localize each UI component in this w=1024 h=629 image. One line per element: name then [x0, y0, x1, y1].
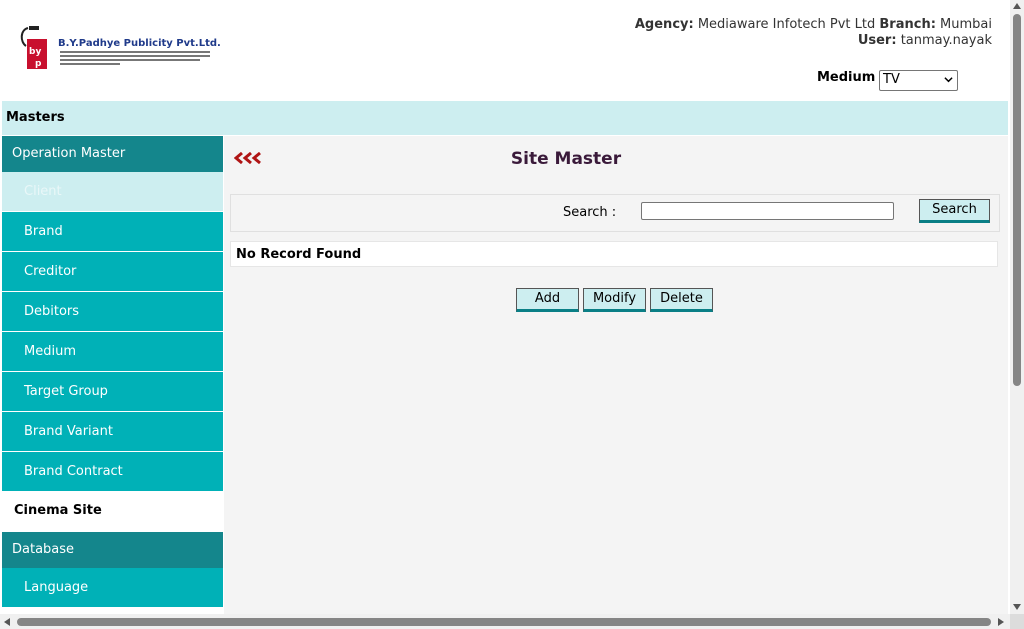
svg-text:by: by	[29, 47, 41, 57]
svg-text:p: p	[35, 59, 42, 69]
sidebar-item-language[interactable]: Language	[2, 568, 223, 607]
logo-title: B.Y.Padhye Publicity Pvt.Ltd.	[58, 38, 221, 49]
search-button[interactable]: Search	[919, 199, 990, 223]
user-value: tanmay.nayak	[900, 33, 992, 48]
medium-label: Medium	[817, 70, 876, 85]
scroll-right-icon[interactable]	[998, 618, 1004, 626]
sidebar-item-brand[interactable]: Brand	[2, 212, 223, 251]
masters-title: Masters	[6, 110, 65, 125]
sidebar-item-client[interactable]: Client	[2, 172, 223, 211]
sidebar-item-medium[interactable]: Medium	[2, 332, 223, 371]
no-record-message: No Record Found	[230, 241, 998, 267]
sidebar-item-operation-master[interactable]: Operation Master	[2, 136, 223, 172]
horizontal-scroll-thumb[interactable]	[17, 618, 991, 626]
sidebar-item-brand-contract[interactable]: Brand Contract	[2, 452, 223, 491]
logo-address	[60, 51, 210, 65]
add-button[interactable]: Add	[516, 288, 579, 312]
scroll-left-icon[interactable]	[4, 618, 10, 626]
horizontal-scrollbar[interactable]	[0, 614, 1010, 629]
agency-info: Agency: Mediaware Infotech Pvt Ltd Branc…	[635, 17, 992, 49]
delete-button[interactable]: Delete	[650, 288, 713, 312]
scroll-down-icon[interactable]	[1013, 604, 1021, 610]
search-input[interactable]	[641, 202, 894, 220]
sidebar-item-cinema-site[interactable]: Cinema Site	[2, 492, 223, 530]
sidebar-item-debitors[interactable]: Debitors	[2, 292, 223, 331]
chevron-down-icon	[944, 77, 953, 83]
search-label: Search :	[563, 205, 617, 220]
app-page: by p B.Y.Padhye Publicity Pvt.Ltd. Agenc…	[0, 0, 1010, 614]
company-logo: by p B.Y.Padhye Publicity Pvt.Ltd.	[18, 24, 221, 72]
sidebar-item-target-group[interactable]: Target Group	[2, 372, 223, 411]
masters-bar: Masters	[2, 101, 1008, 135]
scrollbar-corner	[1010, 614, 1024, 629]
page-title: Site Master	[510, 149, 622, 169]
medium-select[interactable]: TV	[879, 70, 958, 91]
sidebar-item-brand-variant[interactable]: Brand Variant	[2, 412, 223, 451]
company-logo-icon: by p	[20, 26, 47, 69]
main-content: Site Master Search : Search No Record Fo…	[224, 136, 1008, 614]
sidebar-item-database[interactable]: Database	[2, 532, 223, 568]
agency-label: Agency:	[634, 17, 694, 32]
branch-label: Branch:	[879, 17, 936, 32]
vertical-scroll-thumb[interactable]	[1013, 14, 1021, 386]
search-panel: Search : Search	[230, 194, 1000, 232]
agency-value: Mediaware Infotech Pvt Ltd	[697, 17, 876, 32]
medium-selected-value: TV	[883, 72, 900, 87]
vertical-scrollbar[interactable]	[1010, 0, 1024, 614]
modify-button[interactable]: Modify	[583, 288, 646, 312]
sidebar: Operation Master Client Brand Creditor D…	[2, 136, 223, 614]
user-label: User:	[857, 33, 897, 48]
sidebar-item-creditor[interactable]: Creditor	[2, 252, 223, 291]
scroll-up-icon[interactable]	[1013, 3, 1021, 9]
branch-value: Mumbai	[940, 17, 992, 32]
